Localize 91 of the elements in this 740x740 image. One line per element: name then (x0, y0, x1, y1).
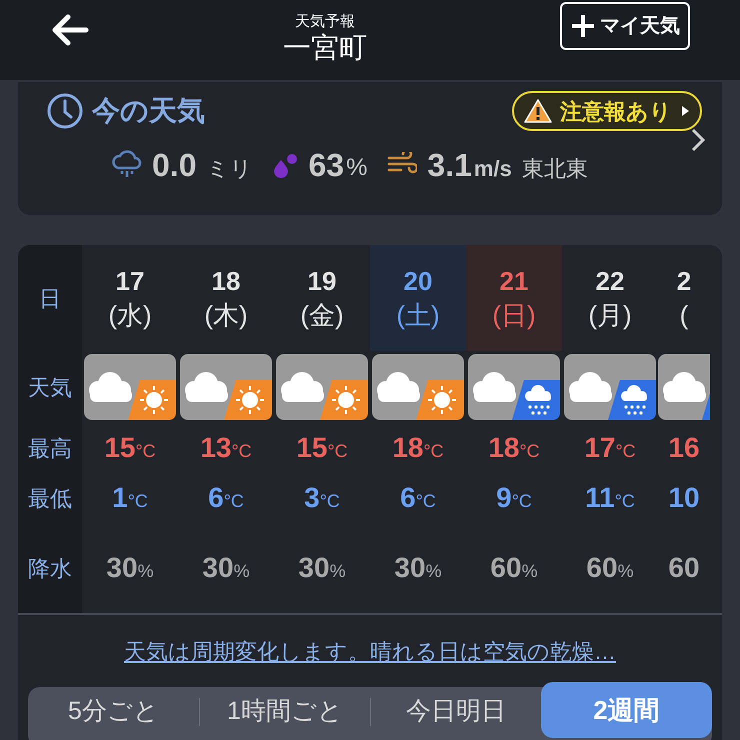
add-my-weather-button[interactable]: マイ天気 (560, 2, 690, 50)
temp-unit: °C (423, 440, 444, 462)
rain-cloud-icon (112, 150, 142, 180)
wind-speed-value: 3.1 (427, 146, 472, 184)
cloud-rain-icon (564, 354, 656, 420)
forecast-note-link[interactable]: 天気は周期変化します。晴れる日は空気の乾燥… (124, 634, 616, 668)
humidity-value: 63 (308, 146, 344, 184)
row-label: 最高 (28, 434, 72, 462)
low-temp: 10 (668, 481, 700, 515)
day-number: 17 (116, 265, 144, 298)
weekday: (土) (396, 299, 440, 332)
humidity-unit: % (346, 153, 368, 183)
back-arrow-icon[interactable] (50, 13, 90, 47)
precip-unit: % (138, 560, 154, 582)
precip-chance: 60 (490, 551, 522, 585)
temp-unit: °C (224, 490, 244, 512)
cloud-rain-icon (658, 354, 710, 420)
weekday: (日) (492, 299, 536, 332)
temp-unit: °C (128, 490, 148, 512)
wind-icon (387, 152, 418, 176)
temp-unit: °C (614, 490, 635, 512)
alert-badge[interactable]: 注意報あり (512, 91, 702, 131)
precip-chance: 30 (106, 551, 138, 585)
current-weather-card[interactable]: 今の天気 注意報あり 0.0 ミリ 63% 3.1m/s 東北東 (18, 82, 722, 215)
low-temp: 1 (112, 481, 128, 515)
caret-icon (680, 105, 690, 117)
current-weather-title: 今の天気 (92, 94, 205, 128)
high-temp: 17 (584, 431, 616, 465)
temp-unit: °C (327, 440, 348, 462)
temp-unit: °C (512, 490, 532, 512)
rainfall-unit: ミリ (206, 155, 252, 183)
weekday: (水) (108, 299, 152, 332)
weekday: (木) (204, 299, 248, 332)
day-number: 22 (596, 265, 624, 298)
precip-chance: 30 (298, 551, 330, 585)
temp-unit: °C (416, 490, 436, 512)
day-number: 21 (500, 265, 528, 298)
precip-chance: 60 (668, 551, 700, 585)
clock-icon (46, 92, 84, 130)
precip-unit: % (330, 560, 346, 582)
cloud-rain-icon (468, 354, 560, 420)
precip-unit: % (618, 560, 634, 582)
temp-unit: °C (615, 440, 636, 462)
wind-speed-unit: m/s (474, 155, 512, 183)
day-number: 19 (308, 265, 336, 298)
precip-chance: 30 (394, 551, 426, 585)
high-temp: 15 (296, 431, 328, 465)
plus-icon (570, 13, 596, 39)
precip-chance: 30 (202, 551, 234, 585)
precip-unit: % (234, 560, 250, 582)
row-label: 日 (39, 284, 61, 312)
cloud-sun-icon (276, 354, 368, 420)
row-label: 最低 (28, 484, 72, 512)
weekday: ( (680, 299, 688, 332)
low-temp: 3 (304, 481, 320, 515)
cloud-sun-icon (180, 354, 272, 420)
cloud-sun-icon (372, 354, 464, 420)
range-tab[interactable]: 今日明日 (371, 687, 541, 737)
temp-unit: °C (320, 490, 340, 512)
chevron-right-icon (690, 128, 706, 152)
warning-icon (524, 98, 552, 124)
low-temp: 11 (585, 481, 615, 515)
cloud-sun-icon (84, 354, 176, 420)
row-label: 天気 (28, 374, 72, 402)
droplets-icon (272, 152, 298, 178)
temp-unit: °C (231, 440, 252, 462)
temp-unit: °C (519, 440, 540, 462)
high-temp: 18 (488, 431, 520, 465)
weekday: (金) (300, 299, 344, 332)
day-number: 20 (404, 265, 432, 298)
day-number: 2 (676, 265, 692, 298)
high-temp: 15 (104, 431, 136, 465)
wind-direction: 東北東 (522, 155, 588, 183)
rainfall-value: 0.0 (152, 146, 196, 184)
range-tab[interactable]: 5分ごと (28, 687, 199, 737)
high-temp: 13 (200, 431, 232, 465)
row-label: 降水 (28, 554, 72, 582)
low-temp: 9 (496, 481, 512, 515)
precip-unit: % (522, 560, 538, 582)
weekday: (月) (588, 299, 632, 332)
day-number: 18 (212, 265, 240, 298)
header-subtitle: 天気予報 (295, 14, 355, 30)
high-temp: 16 (668, 431, 700, 465)
low-temp: 6 (208, 481, 224, 515)
precip-chance: 60 (586, 551, 618, 585)
precip-unit: % (426, 560, 442, 582)
location-title: 一宮町 (283, 31, 367, 65)
range-tab[interactable]: 1時間ごと (200, 687, 370, 737)
low-temp: 6 (400, 481, 416, 515)
temp-unit: °C (135, 440, 156, 462)
high-temp: 18 (392, 431, 424, 465)
